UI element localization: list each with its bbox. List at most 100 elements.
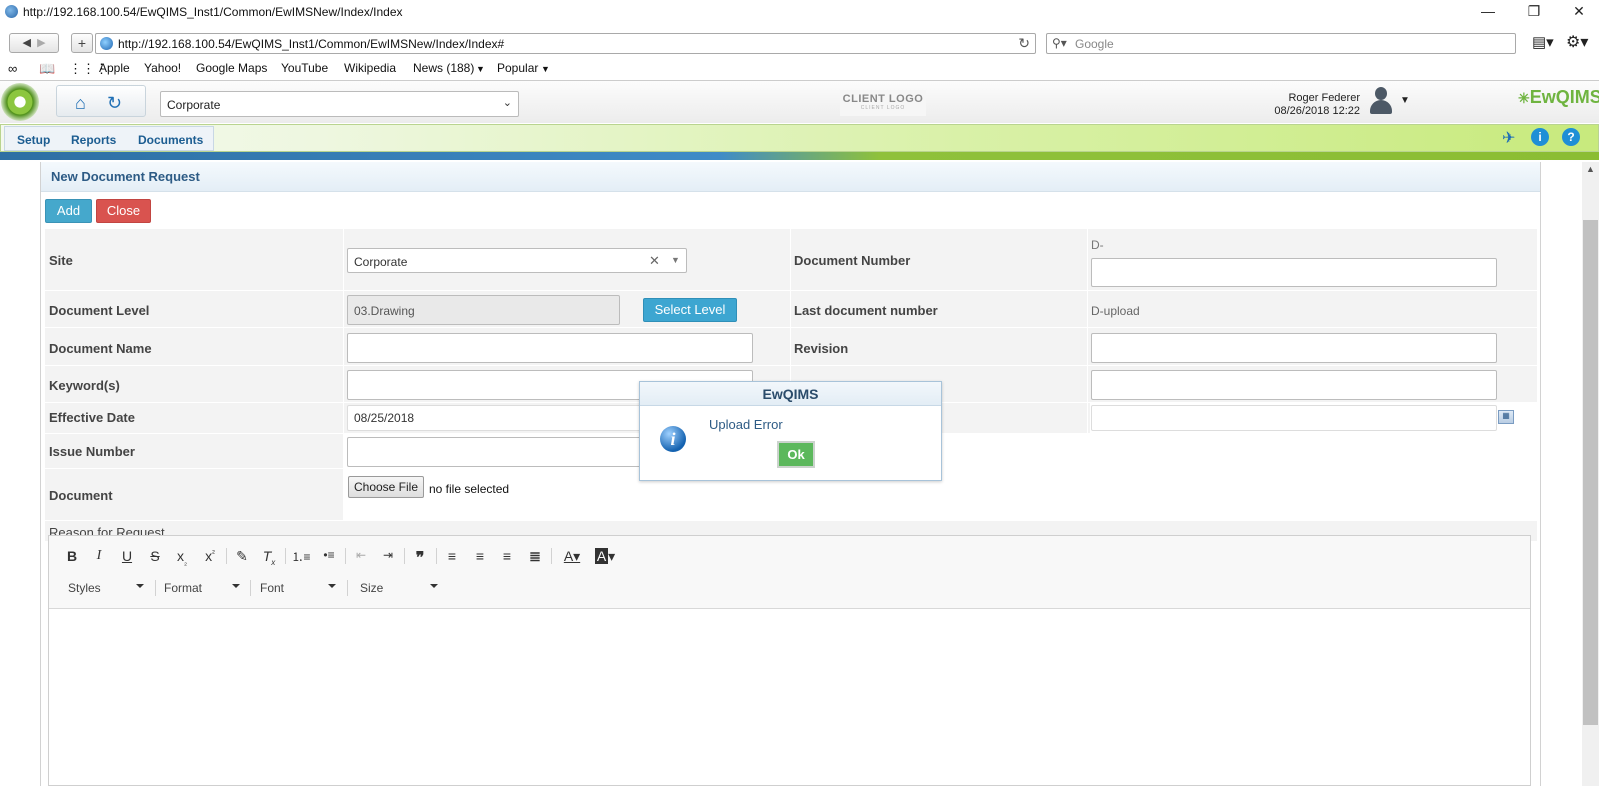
last-document-number-label: Last document number	[794, 303, 938, 318]
add-button[interactable]: Add	[45, 199, 92, 223]
reason-editor: B I U S x₂ x² ✎ Tx ⒈≡ •≡ ⇤ ⇥ ❞ ≡ ≡ ≡ ≣ A…	[48, 535, 1531, 786]
window-close-button[interactable]: ✕	[1559, 0, 1599, 22]
user-menu-caret-icon[interactable]: ▼	[1400, 95, 1410, 106]
popular-caret-icon[interactable]: ▼	[541, 64, 550, 74]
italic-icon[interactable]: I	[89, 548, 109, 564]
document-name-label: Document Name	[49, 341, 152, 356]
menu-reports[interactable]: Reports	[71, 133, 116, 147]
minimize-button[interactable]: —	[1468, 0, 1508, 22]
address-bar[interactable]: http://192.168.100.54/EwQIMS_Inst1/Commo…	[95, 33, 1036, 54]
align-left-icon[interactable]: ≡	[442, 548, 462, 564]
indent-icon[interactable]: ⇥	[378, 548, 398, 562]
format-dropdown[interactable]: Format	[164, 581, 202, 595]
page-title: New Document Request	[51, 169, 200, 184]
panel-header: New Document Request	[41, 162, 1540, 192]
page-menu-icon[interactable]: ▤▾	[1532, 33, 1554, 51]
dropdown-caret-icon[interactable]: ▼	[671, 255, 680, 265]
address-text[interactable]: http://192.168.100.54/EwQIMS_Inst1/Commo…	[118, 37, 504, 51]
bookmark-news[interactable]: News (188)	[413, 61, 474, 75]
menu-documents[interactable]: Documents	[138, 133, 203, 147]
refresh-icon[interactable]: ↻	[107, 93, 122, 114]
size-dropdown[interactable]: Size	[360, 581, 383, 595]
subscript-icon[interactable]: x₂	[172, 548, 192, 567]
brand-logo: ✳EwQIMS	[1518, 87, 1599, 107]
bookmark-google-maps[interactable]: Google Maps	[196, 61, 267, 75]
bold-icon[interactable]: B	[62, 548, 82, 564]
document-level-label: Document Level	[49, 303, 150, 318]
blockquote-icon[interactable]: ❞	[410, 548, 430, 568]
globe-icon	[100, 37, 113, 50]
avatar[interactable]	[1368, 84, 1394, 118]
format-caret-icon[interactable]	[232, 584, 240, 588]
window-title: http://192.168.100.54/EwQIMS_Inst1/Commo…	[23, 5, 403, 19]
search-bar[interactable]: ⚲▾ Google	[1046, 33, 1516, 54]
scroll-up-icon[interactable]: ▲	[1586, 164, 1595, 174]
editor-content-area[interactable]	[49, 610, 1530, 785]
bookmark-wikipedia[interactable]: Wikipedia	[344, 61, 396, 75]
scrollbar-thumb[interactable]	[1583, 220, 1598, 725]
back-forward-buttons[interactable]: ◀ ▶	[9, 33, 59, 53]
clear-icon[interactable]: ✕	[649, 253, 660, 269]
help-icon[interactable]: ?	[1562, 128, 1580, 146]
bookmark-apple[interactable]: Apple	[99, 61, 130, 75]
choose-file-button[interactable]: Choose File	[348, 476, 424, 498]
align-center-icon[interactable]: ≡	[470, 548, 490, 564]
effective-date-label: Effective Date	[49, 410, 135, 425]
site-dropdown[interactable]: Corporate ✕ ▼	[347, 248, 687, 273]
bulleted-list-icon[interactable]: •≡	[319, 548, 339, 562]
browser-nav-bar: ◀ ▶ + http://192.168.100.54/EwQIMS_Inst1…	[0, 29, 1599, 58]
justify-icon[interactable]: ≣	[525, 548, 545, 565]
select-level-button[interactable]: Select Level	[643, 298, 737, 322]
font-dropdown[interactable]: Font	[260, 581, 284, 595]
copy-format-icon[interactable]: ✎	[232, 548, 252, 565]
document-level-value: 03.Drawing	[354, 304, 415, 318]
remove-format-icon[interactable]: Tx	[259, 548, 279, 567]
strikethrough-icon[interactable]: S	[145, 548, 165, 564]
settings-gear-icon[interactable]: ⚙▾	[1566, 32, 1588, 52]
calendar-icon[interactable]: ▦	[1498, 410, 1514, 424]
size-caret-icon[interactable]	[430, 584, 438, 588]
date-right-input[interactable]	[1091, 405, 1497, 431]
numbered-list-icon[interactable]: ⒈≡	[291, 548, 311, 565]
forward-icon[interactable]: ▶	[37, 37, 45, 49]
align-right-icon[interactable]: ≡	[497, 548, 517, 564]
reading-list-icon[interactable]: ∞	[8, 61, 17, 76]
keywords-right-input[interactable]	[1091, 370, 1497, 400]
close-button[interactable]: Close	[96, 199, 151, 223]
pin-icon[interactable]: ✈	[1502, 128, 1515, 148]
styles-caret-icon[interactable]	[136, 584, 144, 588]
superscript-icon[interactable]: x²	[200, 548, 220, 564]
bookmark-yahoo[interactable]: Yahoo!	[144, 61, 181, 75]
ok-button[interactable]: Ok	[777, 441, 815, 468]
last-document-number-value: D-upload	[1091, 304, 1140, 318]
text-color-icon[interactable]: A▾	[559, 548, 585, 565]
background-color-icon[interactable]: A ▾	[592, 548, 618, 565]
page-scrollbar[interactable]: ▲	[1582, 162, 1599, 786]
underline-icon[interactable]: U	[117, 548, 137, 564]
new-tab-button[interactable]: +	[71, 33, 93, 53]
bookmarks-book-icon[interactable]: 📖	[39, 61, 55, 77]
document-name-input[interactable]	[347, 333, 753, 363]
keywords-label: Keyword(s)	[49, 378, 120, 393]
brand-flower-icon: ✳	[1518, 90, 1530, 106]
reload-icon[interactable]: ↻	[1018, 35, 1030, 52]
styles-dropdown[interactable]: Styles	[68, 581, 101, 595]
bookmark-youtube[interactable]: YouTube	[281, 61, 328, 75]
font-caret-icon[interactable]	[328, 584, 336, 588]
news-caret-icon[interactable]: ▼	[476, 64, 485, 74]
revision-label: Revision	[794, 341, 849, 356]
document-number-input[interactable]	[1091, 258, 1497, 287]
document-label: Document	[49, 488, 113, 503]
menu-setup[interactable]: Setup	[17, 133, 50, 147]
document-number-label: Document Number	[794, 253, 911, 268]
revision-input[interactable]	[1091, 333, 1497, 363]
site-select[interactable]: Corporate ⌄	[160, 91, 519, 117]
outdent-icon[interactable]: ⇤	[351, 548, 371, 562]
search-placeholder[interactable]: Google	[1075, 37, 1114, 51]
user-datetime: 08/26/2018 12:22	[1274, 105, 1360, 117]
restore-button[interactable]: ❐	[1514, 0, 1554, 22]
info-icon[interactable]: i	[1531, 128, 1549, 146]
home-icon[interactable]: ⌂	[75, 93, 86, 114]
bookmark-popular[interactable]: Popular	[497, 61, 538, 75]
back-icon[interactable]: ◀	[22, 37, 30, 49]
